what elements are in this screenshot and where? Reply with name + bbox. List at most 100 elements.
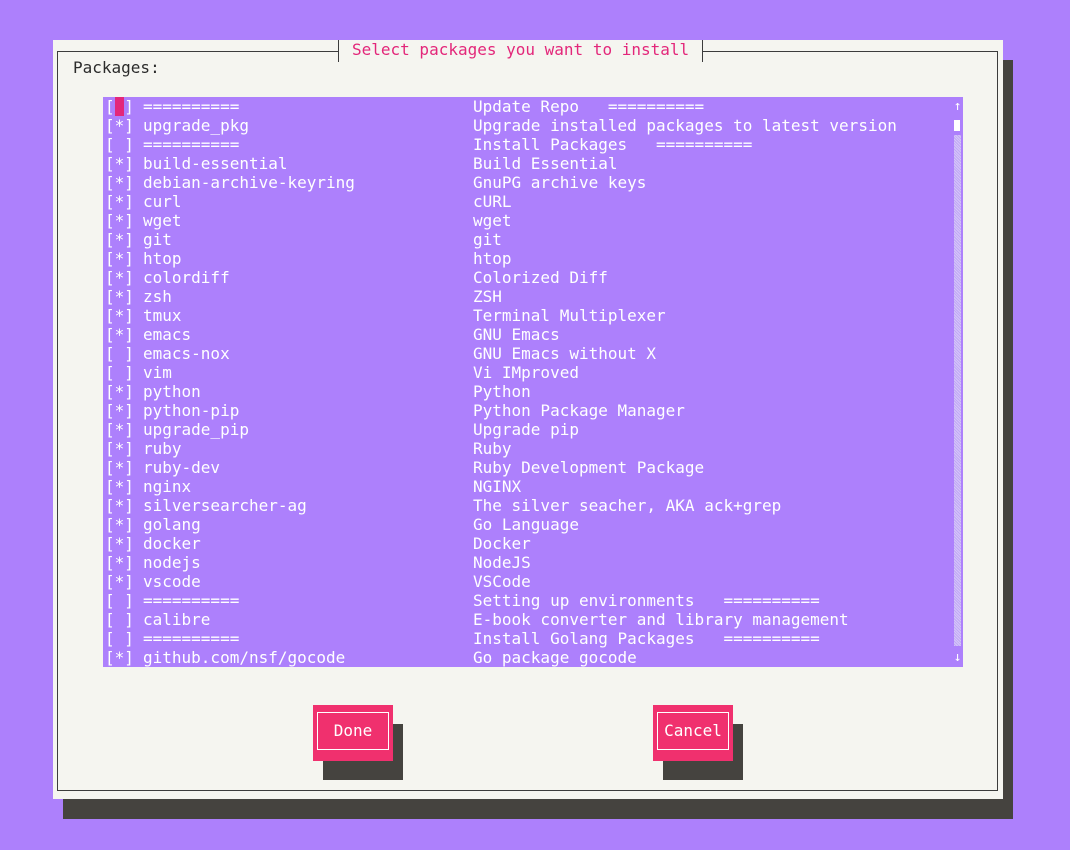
package-description: Go package gocode xyxy=(473,648,637,667)
package-checkbox[interactable]: [*] xyxy=(105,192,134,211)
package-description: Docker xyxy=(473,534,531,553)
package-name: curl xyxy=(143,192,182,211)
package-name: debian-archive-keyring xyxy=(143,173,355,192)
package-checkbox[interactable]: [ ] xyxy=(105,591,134,610)
package-description: Build Essential xyxy=(473,154,618,173)
package-checkbox[interactable]: [*] xyxy=(105,515,134,534)
package-checkbox[interactable]: [*] xyxy=(105,458,134,477)
package-description: VSCode xyxy=(473,572,531,591)
package-checkbox[interactable]: [*] xyxy=(105,306,134,325)
package-name: vscode xyxy=(143,572,201,591)
package-name: upgrade_pkg xyxy=(143,116,249,135)
package-name: upgrade_pip xyxy=(143,420,249,439)
package-name: silversearcher-ag xyxy=(143,496,307,515)
package-name: python-pip xyxy=(143,401,240,420)
package-name: git xyxy=(143,230,172,249)
package-checkbox[interactable]: [*] xyxy=(105,173,134,192)
package-description: Update Repo ========== xyxy=(473,97,705,116)
package-description: GNU Emacs xyxy=(473,325,560,344)
package-description: ZSH xyxy=(473,287,502,306)
package-description: NGINX xyxy=(473,477,522,496)
done-button[interactable]: Done xyxy=(313,705,393,761)
package-checkbox[interactable]: [ ] xyxy=(105,97,134,116)
package-checkbox[interactable]: [*] xyxy=(105,382,134,401)
package-name: vim xyxy=(143,363,172,382)
package-description: GnuPG archive keys xyxy=(473,173,647,192)
scroll-track[interactable] xyxy=(954,135,961,646)
package-description: git xyxy=(473,230,502,249)
package-checkbox[interactable]: [*] xyxy=(105,287,134,306)
package-checkbox[interactable]: [*] xyxy=(105,249,134,268)
packages-label: Packages: xyxy=(73,58,160,77)
package-description: wget xyxy=(473,211,512,230)
package-description: The silver seacher, AKA ack+grep xyxy=(473,496,782,515)
cancel-button[interactable]: Cancel xyxy=(653,705,733,761)
package-name: ========== xyxy=(143,97,240,116)
package-description: Upgrade installed packages to latest ver… xyxy=(473,116,897,135)
package-checkbox[interactable]: [*] xyxy=(105,211,134,230)
package-checkbox[interactable]: [ ] xyxy=(105,610,134,629)
package-select-dialog: Select packages you want to install Pack… xyxy=(53,40,1003,799)
package-description: Setting up environments ========== xyxy=(473,591,820,610)
package-description: Vi IMproved xyxy=(473,363,579,382)
package-description: NodeJS xyxy=(473,553,531,572)
package-description: Python Package Manager xyxy=(473,401,685,420)
package-checklist[interactable]: [*] github.com/nsf/gocode Go package gocod… xyxy=(103,97,963,667)
scroll-down-arrow-icon[interactable]: ↓ xyxy=(952,648,963,667)
package-name: ========== xyxy=(143,135,240,154)
package-description: Go Language xyxy=(473,515,579,534)
package-checkbox[interactable]: [*] xyxy=(105,572,134,591)
package-name: colordiff xyxy=(143,268,230,287)
package-checkbox[interactable]: [*] xyxy=(105,496,134,515)
package-description: Ruby Development Package xyxy=(473,458,705,477)
package-checkbox[interactable]: [ ] xyxy=(105,135,134,154)
package-name: nginx xyxy=(143,477,192,496)
package-name: github.com/nsf/gocode xyxy=(143,648,346,667)
package-description: E-book converter and library management xyxy=(473,610,849,629)
package-checkbox[interactable]: [*] xyxy=(105,439,134,458)
package-name: emacs xyxy=(143,325,192,344)
package-checkbox[interactable]: [ ] xyxy=(105,363,134,382)
package-name: build-essential xyxy=(143,154,288,173)
package-checkbox[interactable]: [*] xyxy=(105,401,134,420)
package-name: docker xyxy=(143,534,201,553)
package-name: ========== xyxy=(143,591,240,610)
package-name: ruby-dev xyxy=(143,458,221,477)
package-description: Terminal Multiplexer xyxy=(473,306,666,325)
scrollbar[interactable]: ↑ ↓ xyxy=(952,97,963,667)
package-name: calibre xyxy=(143,610,211,629)
package-checkbox[interactable]: [*] xyxy=(105,534,134,553)
scroll-thumb[interactable] xyxy=(954,120,960,131)
package-checkbox[interactable]: [*] xyxy=(105,268,134,287)
package-name: zsh xyxy=(143,287,172,306)
package-checkbox[interactable]: [*] xyxy=(105,553,134,572)
package-description: Colorized Diff xyxy=(473,268,608,287)
package-description: Install Golang Packages ========== xyxy=(473,629,820,648)
package-description: Ruby xyxy=(473,439,512,458)
package-name: htop xyxy=(143,249,182,268)
package-name: nodejs xyxy=(143,553,201,572)
package-checkbox[interactable]: [ ] xyxy=(105,629,134,648)
dialog-title: Select packages you want to install xyxy=(338,40,704,62)
package-checkbox[interactable]: [*] xyxy=(105,477,134,496)
package-name: ruby xyxy=(143,439,182,458)
package-name: wget xyxy=(143,211,182,230)
done-button-label: Done xyxy=(317,712,389,750)
cursor-highlight xyxy=(114,97,125,116)
package-name: ========== xyxy=(143,629,240,648)
package-checkbox[interactable]: [ ] xyxy=(105,344,134,363)
package-checkbox[interactable]: [*] xyxy=(105,154,134,173)
package-checkbox[interactable]: [*] xyxy=(105,648,134,667)
package-checkbox[interactable]: [*] xyxy=(105,420,134,439)
package-name: golang xyxy=(143,515,201,534)
package-description: cURL xyxy=(473,192,512,211)
package-checkbox[interactable]: [*] xyxy=(105,325,134,344)
scroll-up-arrow-icon[interactable]: ↑ xyxy=(952,97,963,116)
package-name: tmux xyxy=(143,306,182,325)
package-name: emacs-nox xyxy=(143,344,230,363)
package-description: Python xyxy=(473,382,531,401)
package-checkbox[interactable]: [*] xyxy=(105,230,134,249)
package-description: Upgrade pip xyxy=(473,420,579,439)
cancel-button-label: Cancel xyxy=(657,712,729,750)
package-checkbox[interactable]: [*] xyxy=(105,116,134,135)
